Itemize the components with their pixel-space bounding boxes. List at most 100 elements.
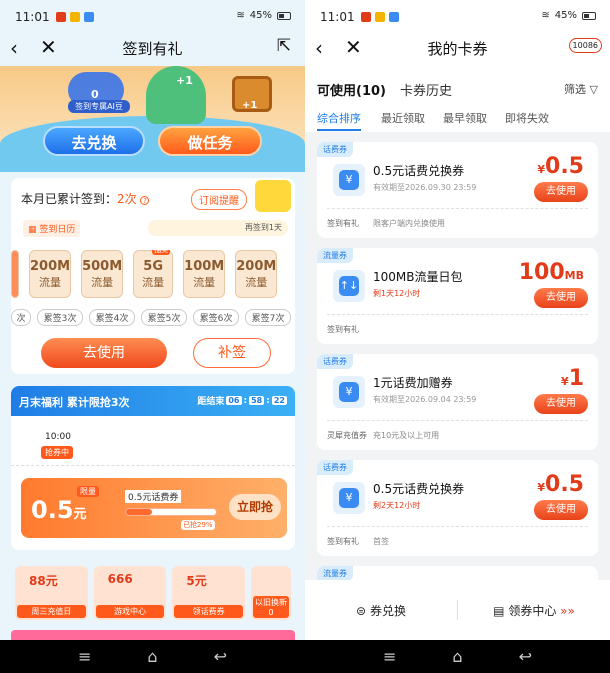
coupon-type-badge: 话费券 [317,142,353,157]
entry-label: 以旧换新0 [253,596,290,618]
coupon-card[interactable]: 话费券 ¥ 0.5元话费兑换券 剩2天12小时 ¥0.5 去使用 签到有礼 首签 [317,460,598,556]
coupon-card[interactable]: 流量券 ↑↓ 100MB流量日包 剩1天12小时 100MB 去使用 签到有礼 [317,248,598,344]
home-icon[interactable]: ⌂ [452,647,462,666]
reward-day[interactable]: 500M 流量 [81,250,124,298]
coupon-card[interactable]: 话费券 ¥ 1元话费加赠券 有效期至2026.09.04 23:59 ¥1 去使… [317,354,598,450]
sort-recent[interactable]: 最近领取 [381,110,425,126]
coupon-value: ¥1 [561,366,584,391]
entry-highlight: 666 [107,572,133,586]
coupon-amount-unit: 元 [73,507,87,522]
coupon-expiry: 有效期至2026.09.30 23:59 [373,183,477,192]
task-button[interactable]: 做任务 [158,126,262,156]
countdown-seconds: 22 [271,396,287,405]
system-nav-bar: ≡ ⌂ ↩ ≡ ⌂ ↩ [0,640,610,673]
use-coupon-button[interactable]: 去使用 [534,288,588,308]
coupon-card[interactable]: 话费券 ¥ 0.5元话费兑换券 有效期至2026.09.30 23:59 ¥0.… [317,142,598,238]
menu-icon[interactable]: ≡ [78,647,91,666]
share-icon[interactable]: ⇱ [277,36,291,56]
card-divider [327,420,588,421]
reward-day[interactable]: 200M 流量 [29,250,72,298]
coupon-name: 100MB流量日包 [373,270,463,284]
day-label: 累签5次 [141,309,187,326]
entry-recharge-day[interactable]: 88元 周三充值日 [15,566,88,620]
go-use-button[interactable]: 去使用 [41,338,167,368]
nav-left: ≡ ⌂ ↩ [0,640,305,673]
entry-phone-coupon[interactable]: 5元 领话费券 [172,566,246,620]
data-transfer-glyph: ↑↓ [339,276,359,296]
title-bar: ‹ ✕ 我的卡券 10086 [305,34,610,62]
coupon-exchange-label: 券兑换 [369,603,406,618]
back-nav-icon[interactable]: ↩ [214,647,227,666]
coupon-exchange-button[interactable]: ⊜ 券兑换 [305,602,457,619]
use-coupon-button[interactable]: 去使用 [534,182,588,202]
reward-unit: 流量 [193,275,216,289]
day-label: 累签6次 [193,309,239,326]
sort-earliest[interactable]: 最早领取 [443,110,487,126]
coupon-expiry: 剩1天12小时 [373,289,421,298]
nav-right: ≡ ⌂ ↩ [305,640,610,673]
chest-plus-badge: +1 [242,100,258,111]
sign-in-card: 本月已累计签到：2次 ? 订阅提醒 ▦ 签到日历 再签到1天 200M 流量 50… [11,178,295,374]
back-nav-icon[interactable]: ↩ [519,647,532,666]
coupon-value-unit: MB [564,269,584,282]
sort-expiring[interactable]: 即将失效 [505,110,549,126]
close-icon[interactable]: ✕ [40,35,57,59]
back-icon[interactable]: ‹ [315,36,323,60]
coupon-type-badge: 流量券 [317,248,353,263]
my-coupons-screen: 11:01 ≋ 45% ‹ ✕ 我的卡券 10086 可使用(10) 卡券历史 … [305,0,610,640]
use-coupon-button[interactable]: 去使用 [534,394,588,414]
close-icon[interactable]: ✕ [345,35,362,59]
day-label: 次 [11,309,31,326]
filter-icon: ▽ [589,83,598,96]
grab-now-button[interactable]: 立即抢 [229,494,281,520]
entry-trade-in[interactable]: 以旧换新0 [251,566,292,620]
quick-entries: 88元 周三充值日 666 游戏中心 5元 领话费券 以旧换新0 [11,562,295,620]
grab-progress [125,508,217,516]
header-spacer [305,62,610,72]
coupon-name: 1元话费加赠券 [373,376,453,390]
reward-day[interactable]: 抽奖 5G 流量 [133,250,174,298]
app-notification-icon [388,12,399,22]
coupon-type-badge: 话费券 [317,354,353,369]
filter-button[interactable]: 筛选 ▽ [564,81,598,97]
coupon-value-number: 0.5 [545,154,584,179]
yen-glyph: ¥ [339,488,359,508]
exchange-button[interactable]: 去兑换 [43,126,145,156]
entry-game-center[interactable]: 666 游戏中心 [93,566,167,620]
ai-bean-label: 签到专属AI豆 [68,100,130,113]
help-icon[interactable]: ? [140,196,150,205]
subscribe-remind-button[interactable]: 订阅提醒 [191,189,247,210]
filter-label: 筛选 [564,83,587,96]
sign-in-screen: 11:01 ≋ 45% ‹ ✕ 签到有礼 ⇱ 0 签到专属AI豆 +1 +1 去… [0,0,305,640]
reward-day[interactable]: 100M 流量 [183,250,226,298]
status-bar: 11:01 ≋ 45% [305,0,610,34]
reward-unit: 流量 [245,275,268,289]
makeup-sign-button[interactable]: 补签 [193,338,271,368]
back-icon[interactable]: ‹ [10,36,18,60]
entry-highlight: 5元 [186,574,207,588]
coupon-source: 签到有礼 [327,325,359,334]
app-notification-icon [55,12,66,22]
wifi-icon: ≋ [541,10,550,21]
reward-unit: 流量 [91,275,114,289]
day-label: 累签3次 [37,309,83,326]
tab-history[interactable]: 卡券历史 [400,80,452,99]
coupon-center-button[interactable]: ▤ 领券中心 »» [458,602,610,619]
currency-symbol: ¥ [537,163,546,176]
home-icon[interactable]: ⌂ [147,647,157,666]
sign-calendar-button[interactable]: ▦ 签到日历 [23,220,81,237]
coupon-value: ¥0.5 [537,154,584,179]
mascot-face-icon [255,180,291,212]
grab-progress-fill [126,509,153,515]
yen-icon: ¥ [333,376,365,408]
yen-icon: ¥ [333,164,365,196]
reward-day[interactable]: 200M 流量 [235,250,278,298]
battery-icon [277,11,291,20]
tab-usable[interactable]: 可使用(10) [317,80,386,99]
menu-icon[interactable]: ≡ [383,647,396,666]
battery-label: 45% [249,10,272,21]
sort-comprehensive[interactable]: 综合排序 [317,110,361,131]
china-mobile-logo[interactable]: 10086 [568,38,602,53]
coupon-amount: 0.5元 [31,496,87,524]
use-coupon-button[interactable]: 去使用 [534,500,588,520]
